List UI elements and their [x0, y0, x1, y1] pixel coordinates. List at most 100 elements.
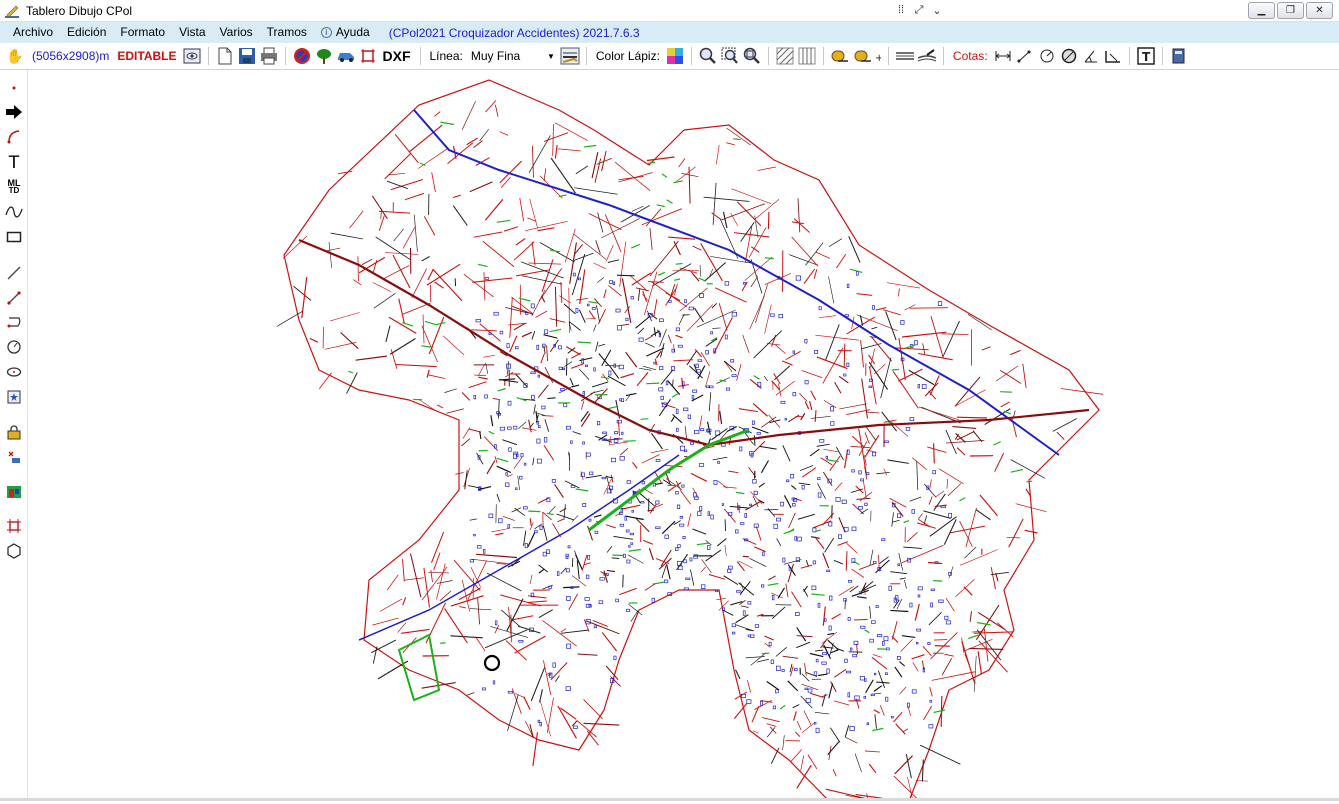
dimension-leader-icon[interactable] — [1103, 46, 1123, 66]
building-mark — [507, 344, 509, 348]
label-tag-icon[interactable] — [830, 46, 850, 66]
street-segment — [445, 608, 468, 643]
building-mark — [910, 418, 914, 421]
building-mark — [571, 486, 575, 488]
dimension-diagonal-icon[interactable] — [1015, 46, 1035, 66]
text-box-icon[interactable]: T — [1136, 46, 1156, 66]
curve-arrow-icon[interactable] — [4, 126, 24, 146]
dimension-angle-icon[interactable] — [1081, 46, 1101, 66]
polyline-icon[interactable] — [4, 312, 24, 332]
grid-dots-icon[interactable]: ⁞⁞ — [893, 2, 909, 18]
street-segment — [799, 393, 807, 401]
restore-button[interactable]: ❐ — [1277, 2, 1304, 19]
circle-tool-icon[interactable] — [4, 337, 24, 357]
expand-icon[interactable]: ⤢ — [911, 2, 927, 18]
dimension-diameter-icon[interactable] — [1059, 46, 1079, 66]
text-tool-icon[interactable]: T — [4, 153, 24, 173]
book-exit-icon[interactable] — [1169, 46, 1189, 66]
vehicle-icon[interactable] — [4, 447, 24, 467]
road-edit-icon[interactable] — [917, 46, 937, 66]
building-mark — [620, 399, 622, 401]
building-mark — [489, 514, 493, 518]
building-mark — [931, 589, 934, 591]
tree-icon[interactable] — [314, 46, 334, 66]
line-icon[interactable] — [4, 263, 24, 283]
street-segment — [302, 277, 307, 318]
green-area-segment — [498, 389, 506, 392]
building-mark — [566, 687, 570, 691]
building-mark — [870, 639, 874, 642]
rectangle-icon[interactable] — [4, 227, 24, 247]
street-segment — [804, 269, 815, 284]
menu-varios[interactable]: Varios — [213, 22, 260, 43]
color-palette-icon[interactable] — [665, 46, 685, 66]
menu-edicion[interactable]: Edición — [60, 22, 113, 43]
multiline-text-icon[interactable]: ML TD — [4, 177, 24, 197]
lines-parallel-icon[interactable] — [895, 46, 915, 66]
zoom-window-icon[interactable] — [720, 46, 740, 66]
building-mark — [885, 673, 887, 675]
new-file-icon[interactable] — [215, 46, 235, 66]
street-segment — [830, 456, 840, 471]
zoom-icon[interactable] — [698, 46, 718, 66]
hand-pan-icon[interactable]: ✋ — [5, 46, 25, 66]
street-segment — [792, 592, 802, 608]
street-segment — [984, 629, 988, 662]
line-endpoints-icon[interactable] — [4, 288, 24, 308]
dimension-horizontal-icon[interactable] — [993, 46, 1013, 66]
dimension-radius-icon[interactable] — [1037, 46, 1057, 66]
street-segment — [587, 731, 598, 745]
dxf-export-button[interactable]: DXF — [383, 48, 411, 64]
menu-tramos[interactable]: Tramos — [260, 22, 314, 43]
editable-badge[interactable]: EDITABLE — [117, 49, 176, 63]
street-segment — [946, 598, 954, 611]
print-icon[interactable] — [259, 46, 279, 66]
street-segment — [650, 228, 652, 250]
street-segment — [602, 633, 616, 651]
chevron-down-icon[interactable]: ⌄ — [929, 2, 945, 18]
line-style-icon[interactable] — [560, 46, 580, 66]
hatch-vertical-icon[interactable] — [797, 46, 817, 66]
street-segment — [834, 701, 849, 705]
arrow-right-icon[interactable] — [4, 102, 24, 122]
building-mark — [757, 433, 761, 435]
street-segment — [499, 379, 516, 380]
building-mark — [853, 654, 857, 656]
city-map-drawing — [29, 70, 1339, 801]
building-mark — [861, 626, 865, 628]
street-segment — [359, 257, 385, 273]
crop-region-icon[interactable] — [4, 516, 24, 536]
menu-archivo[interactable]: Archivo — [6, 22, 60, 43]
building-mark — [537, 421, 539, 424]
street-segment — [530, 518, 531, 526]
street-segment — [618, 176, 643, 179]
label-tag-add-icon[interactable]: + — [852, 46, 882, 66]
street-segment — [632, 273, 651, 285]
hexagon-icon[interactable] — [4, 541, 24, 561]
minimize-button[interactable]: ▁ — [1248, 2, 1275, 19]
building-mark — [852, 470, 855, 472]
view-eye-icon[interactable] — [182, 46, 202, 66]
crop-shape-icon[interactable] — [358, 46, 378, 66]
menu-vista[interactable]: Vista — [172, 22, 212, 43]
image-lock-icon[interactable] — [4, 423, 24, 443]
symbol-insert-icon[interactable] — [4, 387, 24, 407]
building-mark — [912, 690, 916, 693]
spline-icon[interactable] — [4, 202, 24, 222]
ellipse-tool-icon[interactable] — [4, 362, 24, 382]
scene-image-icon[interactable] — [4, 481, 24, 501]
building-mark — [520, 476, 522, 479]
menu-ayuda[interactable]: i Ayuda — [314, 22, 377, 43]
hatch-diagonal-icon[interactable] — [775, 46, 795, 66]
save-icon[interactable] — [237, 46, 257, 66]
street-segment — [412, 269, 427, 298]
zoom-extents-icon[interactable] — [742, 46, 762, 66]
no-entry-sign-icon[interactable] — [292, 46, 312, 66]
line-width-select[interactable]: Muy Fina ▼ — [467, 47, 559, 66]
street-segment — [1007, 537, 1021, 538]
close-button[interactable]: ✕ — [1306, 2, 1333, 19]
drawing-canvas[interactable] — [29, 70, 1339, 801]
car-icon[interactable] — [336, 46, 356, 66]
point-icon[interactable] — [4, 78, 24, 98]
menu-formato[interactable]: Formato — [113, 22, 172, 43]
